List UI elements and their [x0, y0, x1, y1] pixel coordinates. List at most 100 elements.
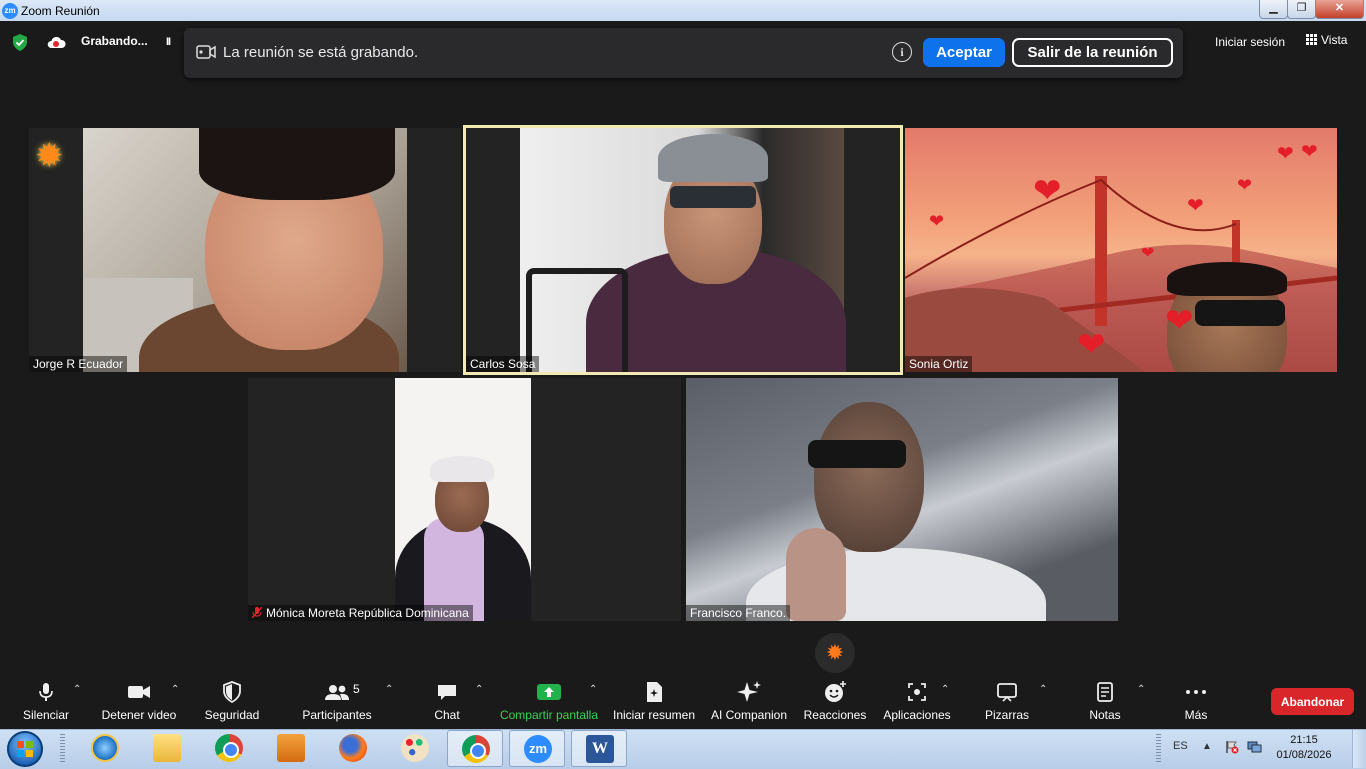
- share-screen-button[interactable]: Compartir pantalla: [498, 676, 600, 728]
- taskbar-firefox[interactable]: [325, 730, 381, 767]
- mute-button[interactable]: Silenciar: [10, 676, 82, 728]
- sunglasses-shape: [1195, 300, 1285, 326]
- notes-options-chevron-icon[interactable]: ⌃: [1137, 684, 1145, 695]
- video-options-chevron-icon[interactable]: ⌃: [171, 684, 179, 695]
- leave-meeting-button[interactable]: Salir de la reunión: [1012, 38, 1173, 67]
- sunglasses-shape: [670, 186, 756, 208]
- recording-message: La reunión se está grabando.: [223, 44, 419, 61]
- whiteboards-options-chevron-icon[interactable]: ⌃: [1039, 684, 1047, 695]
- security-shield-icon: [223, 681, 241, 704]
- pause-recording-icon[interactable]: II: [166, 36, 171, 48]
- heart-reaction-icon: ❤: [1187, 195, 1204, 217]
- video-tile-francisco[interactable]: Francisco Franco.: [686, 378, 1118, 621]
- folder-icon: [153, 734, 181, 762]
- taskbar-word[interactable]: W: [571, 730, 627, 767]
- apps-options-chevron-icon[interactable]: ⌃: [941, 684, 949, 695]
- recording-status: Grabando...: [81, 34, 148, 48]
- taskbar-internet-explorer[interactable]: [77, 730, 133, 767]
- taskbar-paint[interactable]: [387, 730, 443, 767]
- mute-label: Silenciar: [22, 708, 70, 722]
- taskbar-chrome-active[interactable]: [447, 730, 503, 767]
- video-tile-sonia[interactable]: ❤ ❤ ❤ ❤ ❤ ❤ ❤ ❤ ❤ Sonia Ortiz: [905, 128, 1337, 372]
- clock-date: 01/08/2026: [1276, 749, 1332, 761]
- grid-icon: [1306, 34, 1317, 45]
- ai-sparkle-icon: [737, 681, 761, 702]
- paint-palette-icon: [401, 734, 429, 762]
- participants-label: Participantes: [302, 708, 372, 722]
- heart-reaction-icon: ❤: [1301, 141, 1318, 163]
- head-wrap-shape: [430, 456, 494, 482]
- sign-in-link[interactable]: Iniciar sesión: [1215, 35, 1285, 49]
- hands-shape: [786, 528, 846, 621]
- stop-video-label: Detener video: [101, 708, 177, 722]
- participant-name: Carlos Sosa: [466, 356, 540, 372]
- notes-button[interactable]: Notas: [1078, 676, 1132, 728]
- view-button[interactable]: Vista: [1306, 33, 1347, 47]
- taskbar-file-explorer[interactable]: [139, 730, 195, 767]
- stop-video-button[interactable]: Detener video: [96, 676, 182, 728]
- start-summary-button[interactable]: Iniciar resumen: [612, 676, 696, 728]
- show-hidden-icons-icon[interactable]: ▲: [1202, 741, 1212, 752]
- share-screen-icon: [537, 684, 561, 700]
- reactions-button[interactable]: Reacciones: [802, 676, 868, 728]
- ai-companion-button[interactable]: AI Companion: [708, 676, 790, 728]
- chrome-icon: [215, 734, 243, 762]
- chat-button[interactable]: Chat: [420, 676, 474, 728]
- apps-icon: [908, 683, 926, 701]
- taskbar-media-player[interactable]: [263, 730, 319, 767]
- taskbar-chrome[interactable]: [201, 730, 257, 767]
- burst-reaction-icon: ✹: [35, 137, 64, 175]
- restore-button[interactable]: ❐: [1287, 0, 1316, 19]
- chat-options-chevron-icon[interactable]: ⌃: [475, 684, 483, 695]
- video-tile-jorge[interactable]: ✹ Jorge R Ecuador: [29, 128, 461, 372]
- more-dots-icon: [1186, 690, 1206, 694]
- window-title: Zoom Reunión: [21, 4, 100, 18]
- heart-reaction-icon: ❤: [929, 211, 945, 231]
- whiteboards-button[interactable]: Pizarras: [978, 676, 1036, 728]
- security-button[interactable]: Seguridad: [198, 676, 266, 728]
- leave-button[interactable]: Abandonar: [1271, 688, 1354, 715]
- participants-options-chevron-icon[interactable]: ⌃: [385, 684, 393, 695]
- participants-icon: [325, 685, 349, 700]
- show-desktop-button[interactable]: [1352, 730, 1366, 768]
- participant-name: Jorge R Ecuador: [29, 356, 128, 372]
- cloud-recording-icon[interactable]: [46, 35, 66, 49]
- heart-reaction-icon: ❤: [1033, 172, 1062, 210]
- burst-reaction-icon: ✹: [815, 633, 855, 673]
- audio-options-chevron-icon[interactable]: ⌃: [73, 684, 81, 695]
- taskbar-zoom[interactable]: zm: [509, 730, 565, 767]
- taskbar-grip: [60, 734, 65, 764]
- hair-shape: [1167, 262, 1287, 296]
- chat-label: Chat: [434, 708, 460, 722]
- info-icon[interactable]: i: [892, 42, 912, 62]
- internet-explorer-icon: [91, 734, 119, 762]
- start-button[interactable]: [7, 731, 43, 767]
- firefox-icon: [339, 734, 367, 762]
- accept-button[interactable]: Aceptar: [923, 38, 1005, 67]
- video-tile-monica[interactable]: Mónica Moreta República Dominicana: [248, 378, 681, 621]
- zoom-app-icon: zm: [2, 3, 18, 19]
- tray-grip: [1156, 734, 1161, 764]
- action-center-flag-icon[interactable]: [1225, 740, 1239, 754]
- muted-mic-icon: [252, 607, 262, 618]
- heart-reaction-icon: ❤: [1077, 326, 1106, 364]
- network-icon[interactable]: [1247, 740, 1262, 754]
- participants-button[interactable]: Participantes: [300, 676, 374, 728]
- notes-icon: [1097, 682, 1113, 702]
- word-icon: W: [586, 735, 614, 763]
- close-icon: ✕: [1334, 2, 1345, 14]
- face-shape: [814, 402, 924, 552]
- language-indicator[interactable]: ES: [1173, 740, 1188, 752]
- recording-notice-banner: La reunión se está grabando. i Aceptar S…: [184, 28, 1183, 78]
- minimize-button[interactable]: ▁: [1259, 0, 1288, 19]
- security-label: Seguridad: [204, 708, 260, 722]
- video-tile-carlos[interactable]: Carlos Sosa: [466, 128, 900, 372]
- share-options-chevron-icon[interactable]: ⌃: [589, 684, 597, 695]
- system-clock[interactable]: 21:15 01/08/2026: [1272, 733, 1336, 763]
- close-button[interactable]: ✕: [1315, 0, 1364, 19]
- more-button[interactable]: Más: [1172, 676, 1220, 728]
- encryption-shield-icon[interactable]: [12, 34, 28, 51]
- summary-document-icon: [647, 682, 662, 702]
- share-screen-label: Compartir pantalla: [499, 708, 599, 722]
- windows-logo-icon: [17, 741, 33, 757]
